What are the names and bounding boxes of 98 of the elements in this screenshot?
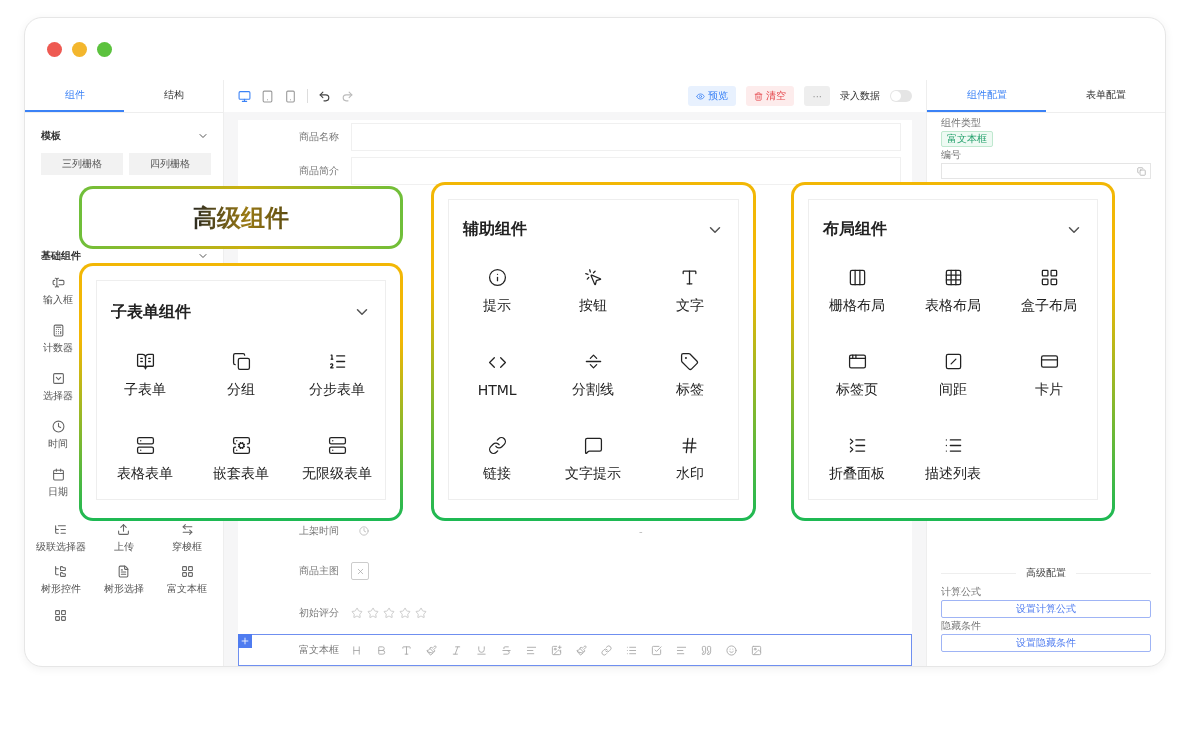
template-button[interactable]: 三列栅格	[41, 153, 123, 175]
section-title: 基础组件	[41, 249, 81, 263]
component-label[interactable]: 上传	[114, 539, 134, 554]
star-icon[interactable]	[383, 607, 395, 619]
component-label[interactable]: 文字	[675, 296, 704, 315]
component-label[interactable]: 文字提示	[565, 464, 622, 483]
panel-tab[interactable]: 组件	[25, 80, 124, 112]
component-label[interactable]: 嵌套表单	[213, 464, 269, 483]
component-label[interactable]: 水印	[675, 464, 704, 483]
trash-icon	[754, 91, 764, 101]
component-icon[interactable]	[135, 351, 155, 371]
field-label: 隐藏条件	[941, 620, 982, 632]
component-icon[interactable]	[231, 435, 251, 455]
minimize-dot-icon[interactable]	[72, 41, 87, 57]
component-icon[interactable]	[943, 267, 963, 287]
card-title: 布局组件	[823, 219, 887, 240]
component-label[interactable]: 栅格布局	[829, 296, 885, 315]
component-icon[interactable]	[847, 267, 867, 287]
maximize-dot-icon[interactable]	[97, 41, 112, 57]
eye-icon	[696, 91, 706, 101]
component-icon[interactable]	[135, 435, 155, 455]
component-label[interactable]: 级联选择器	[35, 539, 86, 554]
component-icon[interactable]	[487, 267, 507, 287]
component-label[interactable]: 描述列表	[925, 464, 981, 483]
star-icon[interactable]	[399, 607, 411, 619]
component-icon[interactable]	[584, 435, 603, 455]
card-title: 辅助组件	[463, 219, 527, 240]
component-label[interactable]: 树形选择	[104, 581, 144, 596]
close-dot-icon[interactable]	[47, 41, 62, 57]
close-icon	[355, 566, 365, 576]
component-icon[interactable]	[1039, 267, 1059, 287]
upload-field[interactable]	[351, 562, 369, 580]
field-label: 富文本框	[298, 643, 339, 657]
field-label: 计算公式	[941, 586, 982, 598]
component-icon[interactable]	[847, 435, 867, 455]
component-label[interactable]: 输入框	[43, 292, 73, 307]
panel-tab[interactable]: 组件配置	[927, 80, 1046, 112]
component-icon[interactable]	[487, 435, 507, 455]
component-label[interactable]: 折叠面板	[829, 464, 885, 483]
component-label[interactable]: 盒子布局	[1021, 296, 1077, 315]
field-label: 组件类型	[941, 117, 982, 129]
component-label[interactable]: 子表单	[124, 380, 166, 399]
star-icon[interactable]	[351, 607, 363, 619]
field-label: 商品简介	[298, 164, 339, 178]
component-label[interactable]: 选择器	[43, 388, 73, 403]
input-field[interactable]	[941, 163, 1151, 179]
desktop-icon[interactable]	[238, 89, 251, 103]
settings-button[interactable]: 设置隐藏条件	[941, 634, 1151, 652]
record-toggle[interactable]	[890, 90, 912, 102]
component-label[interactable]: 日期	[48, 484, 68, 499]
richtext-row[interactable]: 富文本框	[238, 634, 912, 666]
component-label[interactable]: 标签	[675, 380, 704, 399]
panel-tab[interactable]: 表单配置	[1046, 80, 1165, 112]
tablet-icon[interactable]	[261, 89, 274, 103]
card-title: 子表单组件	[111, 301, 191, 323]
component-icon[interactable]	[327, 435, 347, 455]
section-title: 高级配置	[1026, 566, 1066, 580]
type-tag: 富文本框	[941, 131, 993, 147]
component-label[interactable]: 按钮	[579, 296, 608, 315]
toggle-label: 录入数据	[840, 89, 880, 103]
component-label[interactable]: 提示	[483, 296, 512, 315]
field-label: 初始评分	[298, 606, 339, 620]
panel-tab[interactable]: 结构	[124, 80, 223, 112]
field-label: 编号	[941, 149, 962, 161]
template-button[interactable]: 四列栅格	[129, 153, 211, 175]
component-label[interactable]: 分组	[227, 380, 255, 399]
field-label: 商品主图	[298, 564, 339, 578]
clear-button[interactable]: 清空	[746, 86, 795, 106]
section-title: 模板	[41, 129, 61, 143]
component-label[interactable]: 树形控件	[40, 581, 81, 596]
star-icon[interactable]	[415, 607, 427, 619]
component-icon[interactable]	[584, 351, 603, 371]
component-label[interactable]: 无限级表单	[302, 464, 372, 483]
component-label[interactable]: 计数器	[43, 340, 73, 355]
undo-icon[interactable]	[318, 89, 331, 103]
component-label[interactable]: 间距	[939, 380, 967, 399]
component-icon[interactable]	[680, 351, 700, 371]
component-icon[interactable]	[231, 351, 251, 371]
field-label: 商品名称	[298, 130, 339, 144]
component-label[interactable]: 卡片	[1035, 380, 1063, 399]
component-icon[interactable]	[584, 267, 603, 287]
component-label[interactable]: 穿梭框	[172, 539, 203, 554]
settings-button[interactable]: 设置计算公式	[941, 600, 1151, 618]
component-label[interactable]: 时间	[48, 436, 68, 451]
star-icon[interactable]	[367, 607, 379, 619]
drag-handle-icon[interactable]	[238, 634, 252, 648]
phone-icon[interactable]	[284, 89, 297, 103]
clock-icon	[359, 526, 369, 536]
component-label[interactable]: 表格表单	[117, 464, 173, 483]
field-label: 上架时间	[298, 524, 339, 538]
component-label[interactable]: 分步表单	[309, 380, 365, 399]
component-label[interactable]: 分割线	[572, 380, 615, 399]
component-label[interactable]: 标签页	[836, 380, 878, 399]
component-label[interactable]: 表格布局	[925, 296, 981, 315]
component-label[interactable]: 链接	[483, 464, 512, 483]
component-label[interactable]: HTML	[477, 381, 517, 398]
component-label[interactable]: 富文本框	[167, 581, 208, 596]
component-icon[interactable]	[943, 351, 963, 371]
